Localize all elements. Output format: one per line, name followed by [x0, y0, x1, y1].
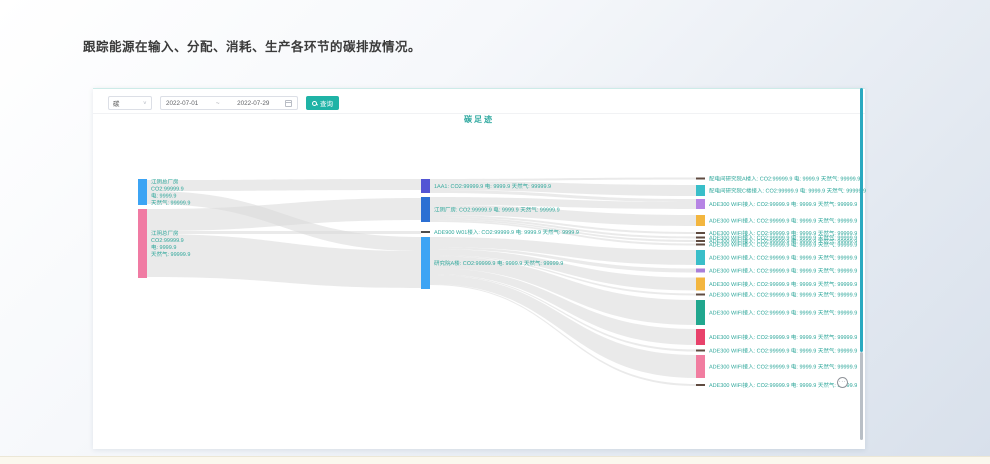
sankey-node-R17[interactable]	[696, 384, 705, 386]
sankey-node-R11[interactable]	[696, 278, 705, 291]
sankey-node-label: 江阴厂房: CO2:99999.9 电: 9999.9 天然气: 99999.9	[434, 207, 560, 214]
sankey-node-label: ADE300 WIFI接入: CO2:99999.9 电: 9999.9 天然气…	[709, 218, 857, 225]
sankey-node-M4[interactable]	[421, 237, 430, 289]
sankey-node-R8[interactable]	[696, 244, 705, 246]
sankey-chart: 江阴总厂房CO2:99999.9电: 9999.9天然气: 99999.9江阴总…	[0, 0, 990, 464]
sankey-node-R6[interactable]	[696, 237, 705, 239]
sankey-node-label: ADE300 WIFI接入: CO2:99999.9 电: 9999.9 天然气…	[709, 201, 857, 208]
sankey-link[interactable]	[430, 178, 696, 182]
calendar-icon	[285, 100, 292, 107]
bottom-strip	[0, 456, 990, 464]
sankey-node-label: ADE300 WIFI接入: CO2:99999.9 电: 9999.9 天然气…	[709, 255, 857, 262]
sankey-node-label: ADE300 WIFI接入: CO2:99999.9 电: 9999.9 天然气…	[709, 292, 857, 299]
sankey-node-R14[interactable]	[696, 329, 705, 345]
metric-select-value: 碳	[113, 98, 120, 108]
sankey-node-label: ADE900 W01楼入: CO2:99999.9 电: 9999.9 天然气:…	[434, 229, 579, 236]
sankey-node-label: ADE300 WIFI接入: CO2:99999.9 电: 9999.9 天然气…	[709, 268, 857, 275]
sankey-node-R3[interactable]	[696, 199, 705, 209]
scrollbar-track[interactable]	[860, 352, 863, 440]
sankey-node-R7[interactable]	[696, 240, 705, 242]
sankey-node-label: ADE300 WIFI接入: CO2:99999.9 电: 9999.9 天然气…	[709, 310, 857, 317]
sankey-node-R15[interactable]	[696, 350, 705, 352]
sankey-node-label: 配电间研究院A楼入: CO2:99999.9 电: 9999.9 天然气: 99…	[709, 176, 860, 183]
scrollbar-thumb[interactable]	[860, 88, 863, 352]
sankey-node-R9[interactable]	[696, 250, 705, 265]
sankey-node-R5[interactable]	[696, 232, 705, 234]
feedback-comment-icon[interactable]: ···	[837, 377, 848, 388]
date-range-picker[interactable]: 2022-07-01 ~ 2022-07-29	[160, 96, 298, 110]
search-button-label: 查询	[320, 98, 333, 108]
date-end-value: 2022-07-29	[237, 100, 269, 107]
date-range-separator: ~	[216, 100, 220, 107]
sankey-node-label: ADE300 WIFI接入: CO2:99999.9 电: 9999.9 天然气…	[709, 364, 857, 371]
search-button[interactable]: 查询	[306, 96, 339, 110]
sankey-node-label: ADE300 WIFI接入: CO2:99999.9 电: 9999.9 天然气…	[709, 334, 857, 341]
sankey-node-R4[interactable]	[696, 215, 705, 226]
sankey-node-M2[interactable]	[421, 197, 430, 222]
sankey-node-R2[interactable]	[696, 185, 705, 196]
sankey-node-label: 配电间研究院C楼接入: CO2:99999.9 电: 9999.9 天然气: 9…	[709, 188, 866, 195]
sankey-node-label: ADE300 WIFI接入: CO2:99999.9 电: 9999.9 天然气…	[709, 348, 857, 355]
date-start-value: 2022-07-01	[166, 100, 198, 107]
sankey-node-R12[interactable]	[696, 294, 705, 296]
sankey-link[interactable]	[147, 231, 421, 234]
sankey-node-R1[interactable]	[696, 178, 705, 180]
sankey-node-label: 研究院A楼: CO2:99999.9 电: 9999.9 天然气: 99999.…	[434, 260, 563, 267]
sankey-link[interactable]	[147, 179, 421, 191]
search-icon	[312, 101, 317, 106]
sankey-node-label: 1AA1: CO2:99999.9 电: 9999.9 天然气: 99999.9	[434, 183, 551, 190]
sankey-node-R13[interactable]	[696, 300, 705, 325]
chevron-down-icon: ∨	[143, 101, 147, 106]
sankey-node-label: ADE300 WIFI接入: CO2:99999.9 电: 9999.9 天然气…	[709, 242, 857, 249]
sankey-node-label: ADE300 WIFI接入: CO2:99999.9 电: 9999.9 天然气…	[709, 281, 857, 288]
sankey-node-R10[interactable]	[696, 269, 705, 273]
sankey-node-label: ADE300 WIFI接入: CO2:99999.9 电: 9999.9 天然气…	[709, 382, 857, 389]
sankey-node-M1[interactable]	[421, 179, 430, 193]
chart-title: 碳足迹	[93, 114, 865, 125]
metric-select[interactable]: 碳 ∨	[108, 96, 152, 110]
sankey-node-L2[interactable]	[138, 209, 147, 278]
sankey-node-R16[interactable]	[696, 355, 705, 378]
sankey-node-L1[interactable]	[138, 179, 147, 205]
sankey-node-M3[interactable]	[421, 231, 430, 233]
